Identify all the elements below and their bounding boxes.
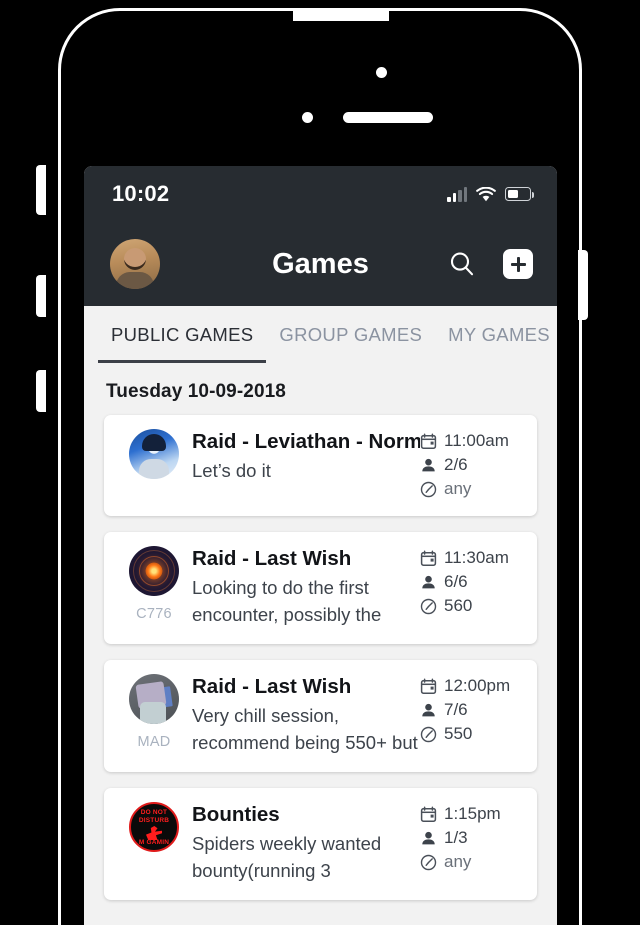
gauge-icon bbox=[420, 854, 437, 870]
list-item[interactable]: C776 Raid - Last Wish Looking to do the … bbox=[104, 532, 537, 644]
earpiece-speaker bbox=[343, 112, 433, 123]
header-actions bbox=[447, 249, 533, 279]
status-bar-icons bbox=[447, 186, 535, 202]
gauge-icon bbox=[420, 481, 437, 497]
front-camera-icon bbox=[376, 67, 387, 78]
dnd-line-3: M GAMIN bbox=[138, 838, 170, 846]
game-power: 550 bbox=[444, 724, 473, 743]
game-avatar-column: MAD bbox=[118, 674, 190, 756]
add-game-button[interactable] bbox=[503, 249, 533, 279]
game-players: 7/6 bbox=[444, 700, 468, 719]
avatar-tag: MAD bbox=[137, 734, 171, 750]
game-time-row: 12:00pm bbox=[420, 676, 521, 696]
game-time: 1:15pm bbox=[444, 804, 501, 823]
game-time: 11:00am bbox=[444, 431, 509, 450]
game-players-row: 7/6 bbox=[420, 700, 521, 720]
person-icon bbox=[422, 575, 435, 588]
app-header: Games bbox=[84, 222, 557, 306]
game-avatar-column: DO NOT DISTURB M GAMIN bbox=[118, 802, 190, 884]
person-icon bbox=[422, 831, 435, 844]
tab-my-games[interactable]: MY GAMES bbox=[435, 306, 557, 370]
game-avatar-column bbox=[118, 429, 190, 500]
game-title: Bounties bbox=[192, 803, 280, 826]
game-list: Raid - Leviathan - Normal Let’s do it 11… bbox=[84, 415, 557, 925]
avatar[interactable] bbox=[110, 239, 160, 289]
game-meta: 11:30am 6/6 560 bbox=[420, 546, 521, 628]
power-button[interactable] bbox=[578, 250, 588, 320]
calendar-icon bbox=[420, 432, 437, 449]
dnd-line-1: DO NOT bbox=[140, 809, 168, 816]
status-bar: 10:02 bbox=[84, 166, 557, 222]
wifi-icon bbox=[476, 186, 496, 201]
game-time-row: 11:00am bbox=[420, 431, 521, 451]
person-icon bbox=[422, 458, 435, 471]
game-players-row: 2/6 bbox=[420, 455, 521, 475]
game-description: Let’s do it bbox=[192, 460, 271, 481]
game-title: Raid - Last Wish bbox=[192, 675, 352, 698]
game-title: Raid - Leviathan - Normal bbox=[192, 430, 420, 453]
do-not-disturb-avatar-icon: DO NOT DISTURB M GAMIN bbox=[129, 802, 179, 852]
dnd-line-2: DISTURB bbox=[138, 817, 170, 824]
volume-down-button[interactable] bbox=[36, 370, 46, 412]
phone-screen: 10:02 Games PUBLIC GAMES GROUP GAMES MY … bbox=[84, 166, 557, 925]
game-power-row: 550 bbox=[420, 724, 521, 744]
game-players: 2/6 bbox=[444, 455, 468, 474]
game-meta: 1:15pm 1/3 any bbox=[420, 802, 521, 884]
game-power: any bbox=[444, 479, 472, 498]
game-time-row: 11:30am bbox=[420, 548, 521, 568]
avatar-tag: C776 bbox=[136, 606, 172, 622]
game-power-row: any bbox=[420, 852, 521, 872]
game-players-row: 6/6 bbox=[420, 572, 521, 592]
person-icon bbox=[422, 703, 435, 716]
game-players: 1/3 bbox=[444, 828, 468, 847]
gauge-icon bbox=[420, 598, 437, 614]
game-description: Very chill session, recommend being 550+… bbox=[192, 705, 418, 753]
game-time: 12:00pm bbox=[444, 676, 511, 695]
screenshot-root: 10:02 Games PUBLIC GAMES GROUP GAMES MY … bbox=[0, 0, 640, 925]
game-meta: 11:00am 2/6 any bbox=[420, 429, 521, 500]
list-item[interactable]: Raid - Leviathan - Normal Let’s do it 11… bbox=[104, 415, 537, 516]
tab-bar: PUBLIC GAMES GROUP GAMES MY GAMES REC bbox=[84, 306, 557, 370]
frame-antenna-band bbox=[293, 11, 389, 21]
anime-blue-avatar-icon bbox=[129, 429, 179, 479]
date-header: Tuesday 10-09-2018 bbox=[84, 370, 557, 415]
list-item[interactable]: MAD Raid - Last Wish Very chill session,… bbox=[104, 660, 537, 772]
orb-purple-avatar-icon bbox=[129, 546, 179, 596]
proximity-sensor-icon bbox=[302, 112, 313, 123]
calendar-icon bbox=[420, 677, 437, 694]
game-description: Spiders weekly wanted bounty(running 3 c… bbox=[192, 833, 382, 881]
game-info: Raid - Leviathan - Normal Let’s do it bbox=[190, 429, 420, 500]
status-bar-clock: 10:02 bbox=[112, 181, 170, 206]
mute-switch-button[interactable] bbox=[36, 165, 46, 215]
tab-group-games[interactable]: GROUP GAMES bbox=[266, 306, 435, 370]
game-description: Looking to do the first encounter, possi… bbox=[192, 577, 382, 625]
gauge-icon bbox=[420, 726, 437, 742]
cellular-signal-icon bbox=[447, 186, 467, 202]
game-power-row: 560 bbox=[420, 596, 521, 616]
game-info: Bounties Spiders weekly wanted bounty(ru… bbox=[190, 802, 420, 884]
list-item[interactable]: DO NOT DISTURB M GAMIN Bounties Spiders … bbox=[104, 788, 537, 900]
game-avatar-column: C776 bbox=[118, 546, 190, 628]
game-players: 6/6 bbox=[444, 572, 468, 591]
game-info: Raid - Last Wish Very chill session, rec… bbox=[190, 674, 420, 756]
game-title: Raid - Last Wish bbox=[192, 547, 352, 570]
game-info: Raid - Last Wish Looking to do the first… bbox=[190, 546, 420, 628]
game-players-row: 1/3 bbox=[420, 828, 521, 848]
game-power: 560 bbox=[444, 596, 473, 615]
game-power-row: any bbox=[420, 479, 521, 499]
volume-up-button[interactable] bbox=[36, 275, 46, 317]
calendar-icon bbox=[420, 549, 437, 566]
battery-icon bbox=[505, 187, 535, 201]
game-time-row: 1:15pm bbox=[420, 804, 521, 824]
game-power: any bbox=[444, 852, 472, 871]
game-meta: 12:00pm 7/6 550 bbox=[420, 674, 521, 756]
search-icon[interactable] bbox=[447, 249, 477, 279]
game-time: 11:30am bbox=[444, 548, 509, 567]
tab-public-games[interactable]: PUBLIC GAMES bbox=[98, 306, 267, 370]
minecraft-gray-avatar-icon bbox=[129, 674, 179, 724]
calendar-icon bbox=[420, 805, 437, 822]
